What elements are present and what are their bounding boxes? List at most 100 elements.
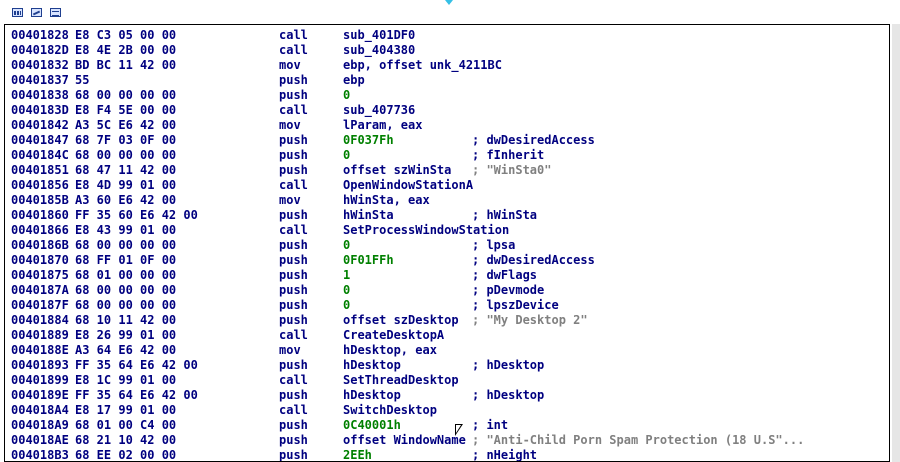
opcode-bytes: A3 64 E6 42 00 <box>75 343 177 357</box>
comment: ; pDevmode <box>472 283 545 297</box>
operand: ebp <box>343 73 365 87</box>
operand: SetThreadDesktop <box>343 373 459 387</box>
mnemonic: call <box>279 373 308 387</box>
mnemonic: mov <box>279 58 301 72</box>
operand: offset szWinSta <box>343 163 452 177</box>
mnemonic: call <box>279 223 308 237</box>
mnemonic: push <box>279 253 308 267</box>
mnemonic: mov <box>279 118 301 132</box>
mnemonic: push <box>279 133 308 147</box>
opcode-bytes: A3 5C E6 42 00 <box>75 118 177 132</box>
mnemonic: push <box>279 448 308 462</box>
operand: 0C40001h <box>343 418 401 432</box>
operand: offset szDesktop <box>343 313 459 327</box>
opcode-bytes: 68 00 00 00 00 <box>75 148 177 162</box>
opcode-bytes: 68 01 00 C4 00 <box>75 418 177 432</box>
text-view-icon[interactable] <box>50 8 61 17</box>
operand: hWinSta <box>343 208 394 222</box>
comment: ; fInherit <box>472 148 545 162</box>
opcode-bytes: 68 00 00 00 00 <box>75 283 177 297</box>
opcode-bytes: 68 10 11 42 00 <box>75 313 177 327</box>
operand: 2EEh <box>343 448 372 462</box>
opcode-bytes: E8 4D 99 01 00 <box>75 178 177 192</box>
operand: OpenWindowStationA <box>343 178 474 192</box>
mnemonic: push <box>279 238 308 252</box>
operand: sub_401DF0 <box>343 28 416 42</box>
operand: hDesktop <box>343 388 401 402</box>
address: 00401866 <box>11 223 69 237</box>
comment: ; "My Desktop 2" <box>472 313 588 327</box>
opcode-bytes: A3 60 E6 42 00 <box>75 193 177 207</box>
address: 0040189E <box>11 388 69 402</box>
comment: ; "Anti-Child Porn Spam Protection (18 U… <box>472 433 805 447</box>
address: 00401856 <box>11 178 69 192</box>
disassembly-listing[interactable]: 00401828 E8 C3 05 00 00 call sub_401DF0 0040… <box>4 24 890 462</box>
address: 00401851 <box>11 163 69 177</box>
address: 00401832 <box>11 58 69 72</box>
opcode-bytes: 68 01 00 00 00 <box>75 268 177 282</box>
mnemonic: call <box>279 43 308 57</box>
mnemonic: push <box>279 268 308 282</box>
scrollbar[interactable] <box>892 24 900 462</box>
mnemonic: call <box>279 28 308 42</box>
address: 00401889 <box>11 328 69 342</box>
mnemonic: push <box>279 88 308 102</box>
proximity-view-icon[interactable] <box>31 8 42 17</box>
address: 004018A9 <box>11 418 69 432</box>
address: 00401828 <box>11 28 69 42</box>
address: 00401875 <box>11 268 69 282</box>
operand: 0 <box>343 298 351 312</box>
opcode-bytes: 68 00 00 00 00 <box>75 298 177 312</box>
operand: 1 <box>343 268 351 282</box>
address: 0040188E <box>11 343 69 357</box>
operand: CreateDesktopA <box>343 328 445 342</box>
comment: ; dwFlags <box>472 268 538 282</box>
operand: offset WindowName <box>343 433 466 447</box>
address: 00401893 <box>11 358 69 372</box>
mnemonic: push <box>279 358 308 372</box>
address: 00401837 <box>11 73 69 87</box>
operand: lParam, eax <box>343 118 423 132</box>
opcode-bytes: E8 26 99 01 00 <box>75 328 177 342</box>
opcode-bytes: E8 1C 99 01 00 <box>75 373 177 387</box>
operand: sub_407736 <box>343 103 416 117</box>
splitter-arrow-icon[interactable] <box>445 0 453 5</box>
opcode-bytes: E8 4E 2B 00 00 <box>75 43 177 57</box>
opcode-bytes: E8 17 99 01 00 <box>75 403 177 417</box>
comment: ; lpsa <box>472 238 516 252</box>
operand: sub_404380 <box>343 43 416 57</box>
opcode-bytes: FF 35 60 E6 42 00 <box>75 208 198 222</box>
operand: hWinSta, eax <box>343 193 430 207</box>
mnemonic: push <box>279 313 308 327</box>
comment: ; hDesktop <box>472 358 545 372</box>
graph-view-icon[interactable] <box>12 8 23 17</box>
mnemonic: call <box>279 103 308 117</box>
comment: ; hDesktop <box>472 388 545 402</box>
mnemonic: push <box>279 433 308 447</box>
address: 004018B3 <box>11 448 69 462</box>
ida-disassembly-window: 00401828 E8 C3 05 00 00 call sub_401DF0 0040… <box>0 0 900 462</box>
operand: ebp, offset unk_4211BC <box>343 58 502 72</box>
mnemonic: call <box>279 403 308 417</box>
mnemonic: call <box>279 328 308 342</box>
opcode-bytes: 68 7F 03 0F 00 <box>75 133 177 147</box>
address: 00401899 <box>11 373 69 387</box>
address: 00401884 <box>11 313 69 327</box>
operand: 0F037Fh <box>343 133 394 147</box>
comment: ; nHeight <box>472 448 538 462</box>
comment: ; hWinSta <box>472 208 538 222</box>
opcode-bytes: E8 C3 05 00 00 <box>75 28 177 42</box>
address: 004018A4 <box>11 403 69 417</box>
operand: 0 <box>343 238 351 252</box>
mnemonic: push <box>279 163 308 177</box>
operand: SetProcessWindowStation <box>343 223 510 237</box>
mnemonic: call <box>279 178 308 192</box>
view-toolbar <box>0 0 900 24</box>
opcode-bytes: 68 47 11 42 00 <box>75 163 177 177</box>
address: 0040185B <box>11 193 69 207</box>
address: 0040187F <box>11 298 69 312</box>
comment: ; "WinSta0" <box>472 163 552 177</box>
address: 00401847 <box>11 133 69 147</box>
operand: 0 <box>343 283 351 297</box>
mnemonic: mov <box>279 343 301 357</box>
